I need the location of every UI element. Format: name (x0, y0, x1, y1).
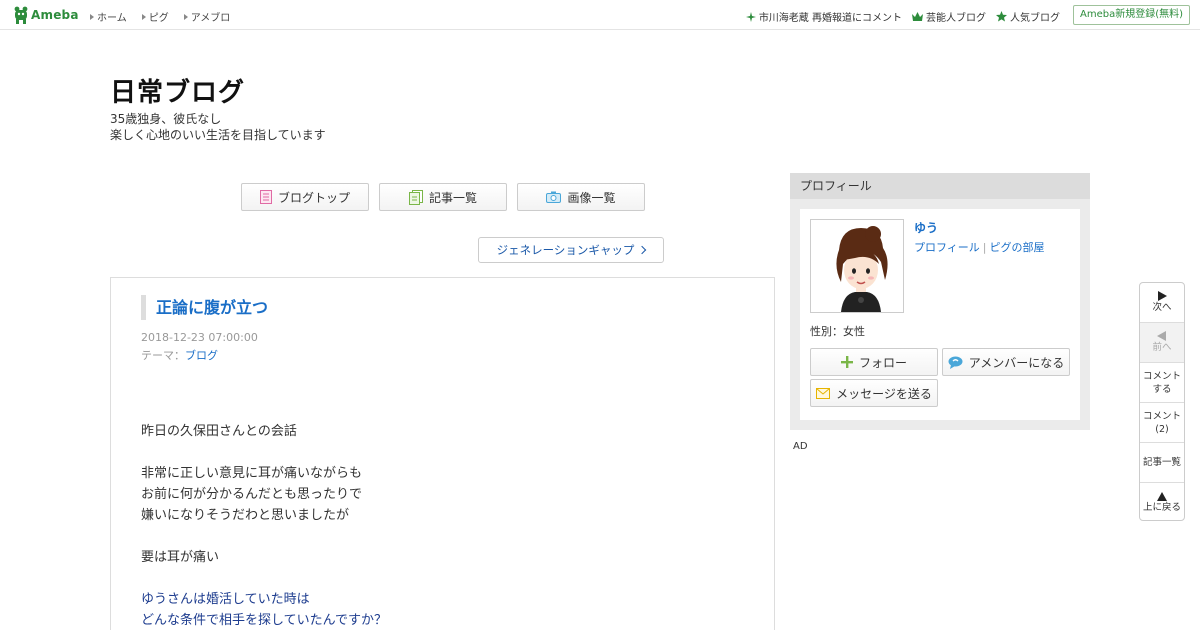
back-to-top-label: 上に戻る (1142, 502, 1181, 513)
entry-list-side-label: 記事一覧 (1142, 457, 1181, 468)
envelope-icon (816, 387, 831, 399)
plus-icon (840, 356, 853, 368)
popular-blog-link[interactable]: 人気ブログ (996, 9, 1060, 24)
camera-icon (546, 191, 562, 203)
caret-right-icon (141, 13, 146, 20)
profile-links: プロフィール | ピグの部屋 (914, 239, 1045, 255)
play-left-icon (1157, 331, 1166, 341)
entry-list-button[interactable]: 記事一覧 (379, 183, 507, 211)
header-links: 市川海老蔵 再婚報道にコメント 芸能人ブログ 人気ブログ (736, 9, 1060, 24)
comments-count-button[interactable]: コメント (2) (1140, 403, 1184, 443)
blog-top-button[interactable]: ブログトップ (241, 183, 369, 211)
blog-top-label: ブログトップ (277, 190, 350, 205)
avatar-illustration (836, 226, 888, 312)
celebrity-blog-label: 芸能人ブログ (926, 13, 986, 24)
back-to-top-button[interactable]: 上に戻る (1140, 483, 1184, 520)
prev-label: 前へ (1152, 342, 1172, 353)
signup-button[interactable]: Ameba新規登録(無料) (1072, 5, 1190, 25)
profile-body: ゆう プロフィール | ピグの部屋 性別：女性 フォロー アメンバーになる メッセー… (800, 209, 1080, 420)
entry-list-side-button[interactable]: 記事一覧 (1140, 443, 1184, 483)
triangle-up-icon (1157, 492, 1167, 501)
image-list-button[interactable]: 画像一覧 (517, 183, 645, 211)
comments-count: (2) (1155, 423, 1169, 435)
nav-ameblo[interactable]: アメブロ (183, 9, 231, 24)
body-line: お前に何が分かるんだとも思ったりで (141, 487, 363, 502)
body-line-quote: どんな条件で相手を探していたんですか？ (141, 613, 387, 628)
next-entry-link[interactable]: ジェネレーションギャップ (478, 237, 664, 263)
entry-theme-label: テーマ： (141, 349, 185, 362)
ad-label: AD (793, 441, 808, 452)
speech-bubble-icon (948, 356, 963, 369)
profile-gender: 性別：女性 (810, 325, 865, 338)
body-line: 要は耳が痛い (141, 550, 220, 565)
blog-nav: ブログトップ 記事一覧 画像一覧 (241, 183, 655, 211)
next-entry-label: ジェネレーションギャップ (496, 243, 635, 257)
floating-nav: 次へ 前へ コメント する コメント (2) 記事一覧 上に戻る (1139, 282, 1185, 521)
nav-home-label: ホーム (97, 13, 127, 24)
entry-theme-link[interactable]: ブログ (185, 349, 218, 362)
blog-description: 35歳独身、彼氏なし 楽しく心地のいい生活を目指しています (110, 111, 326, 143)
entry-title[interactable]: 正論に腹が立つ (141, 295, 268, 320)
profile-link[interactable]: プロフィール (914, 241, 980, 254)
body-line (141, 442, 387, 463)
global-nav: ホーム ピグ アメブロ (90, 9, 245, 24)
nav-home[interactable]: ホーム (90, 9, 127, 24)
star-icon (996, 11, 1007, 22)
ameba-logo[interactable]: Ameba (13, 6, 79, 24)
nav-pigg-label: ピグ (148, 13, 169, 24)
avatar[interactable] (810, 219, 904, 313)
article: 正論に腹が立つ 2018-12-23 07:00:00 テーマ：ブログ 昨日の久… (110, 277, 775, 630)
body-line (141, 568, 387, 589)
message-button[interactable]: メッセージを送る (810, 379, 938, 407)
amember-button[interactable]: アメンバーになる (942, 348, 1070, 376)
body-line: 非常に正しい意見に耳が痛いながらも (141, 466, 363, 481)
caret-right-icon (90, 13, 94, 20)
profile-name[interactable]: ゆう (914, 219, 938, 236)
ameba-pig-icon (14, 6, 28, 24)
comment-button[interactable]: コメント する (1140, 363, 1184, 403)
blog-desc-line: 楽しく心地のいい生活を目指しています (110, 128, 326, 142)
prev-entry-button[interactable]: 前へ (1140, 323, 1184, 363)
logo-text: Ameba (31, 8, 79, 22)
entry-date: 2018-12-23 07:00:00 (141, 331, 258, 344)
nav-pigg[interactable]: ピグ (141, 9, 169, 24)
comment-label: コメント (1142, 370, 1181, 382)
body-line: 嫌いになりそうだわと思いましたが (141, 508, 350, 523)
blog-title[interactable]: 日常ブログ (110, 72, 245, 109)
entry-list-label: 記事一覧 (428, 190, 477, 205)
comments-label: コメント (1142, 410, 1181, 422)
chevron-right-icon (638, 245, 647, 255)
image-list-label: 画像一覧 (567, 190, 616, 205)
follow-button[interactable]: フォロー (810, 348, 938, 376)
entry-theme: テーマ：ブログ (141, 347, 218, 363)
news-link[interactable]: 市川海老蔵 再婚報道にコメント (745, 9, 902, 24)
message-label: メッセージを送る (836, 386, 932, 401)
sparkle-icon (745, 11, 756, 22)
pages-icon (408, 189, 423, 205)
follow-label: フォロー (858, 355, 907, 370)
link-separator: | (982, 241, 987, 254)
profile-widget: プロフィール ゆう プロフィール | ピグの部屋 性別：女性 フォロー アメンバ… (790, 173, 1090, 430)
document-icon (259, 190, 272, 204)
body-line (141, 526, 387, 547)
popular-blog-label: 人気ブログ (1010, 13, 1060, 24)
crown-icon (912, 12, 923, 21)
next-label: 次へ (1152, 302, 1172, 313)
pigg-room-link[interactable]: ピグの部屋 (990, 241, 1045, 254)
comment-label: する (1152, 383, 1172, 395)
global-header: Ameba ホーム ピグ アメブロ 市川海老蔵 再婚報道にコメント 芸能人ブログ… (0, 0, 1200, 30)
amember-label: アメンバーになる (968, 355, 1065, 370)
news-link-label: 市川海老蔵 再婚報道にコメント (758, 13, 902, 24)
entry-body: 昨日の久保田さんとの会話 非常に正しい意見に耳が痛いながらも お前に何が分かるん… (141, 421, 387, 630)
caret-right-icon (183, 13, 188, 20)
profile-header: プロフィール (790, 173, 1090, 199)
body-line-quote: ゆうさんは婚活していた時は (141, 592, 310, 607)
blog-desc-line: 35歳独身、彼氏なし (110, 112, 222, 126)
body-line: 昨日の久保田さんとの会話 (141, 424, 297, 439)
celebrity-blog-link[interactable]: 芸能人ブログ (912, 9, 986, 24)
nav-ameblo-label: アメブロ (190, 13, 231, 24)
next-entry-button[interactable]: 次へ (1140, 283, 1184, 323)
play-right-icon (1158, 291, 1167, 301)
